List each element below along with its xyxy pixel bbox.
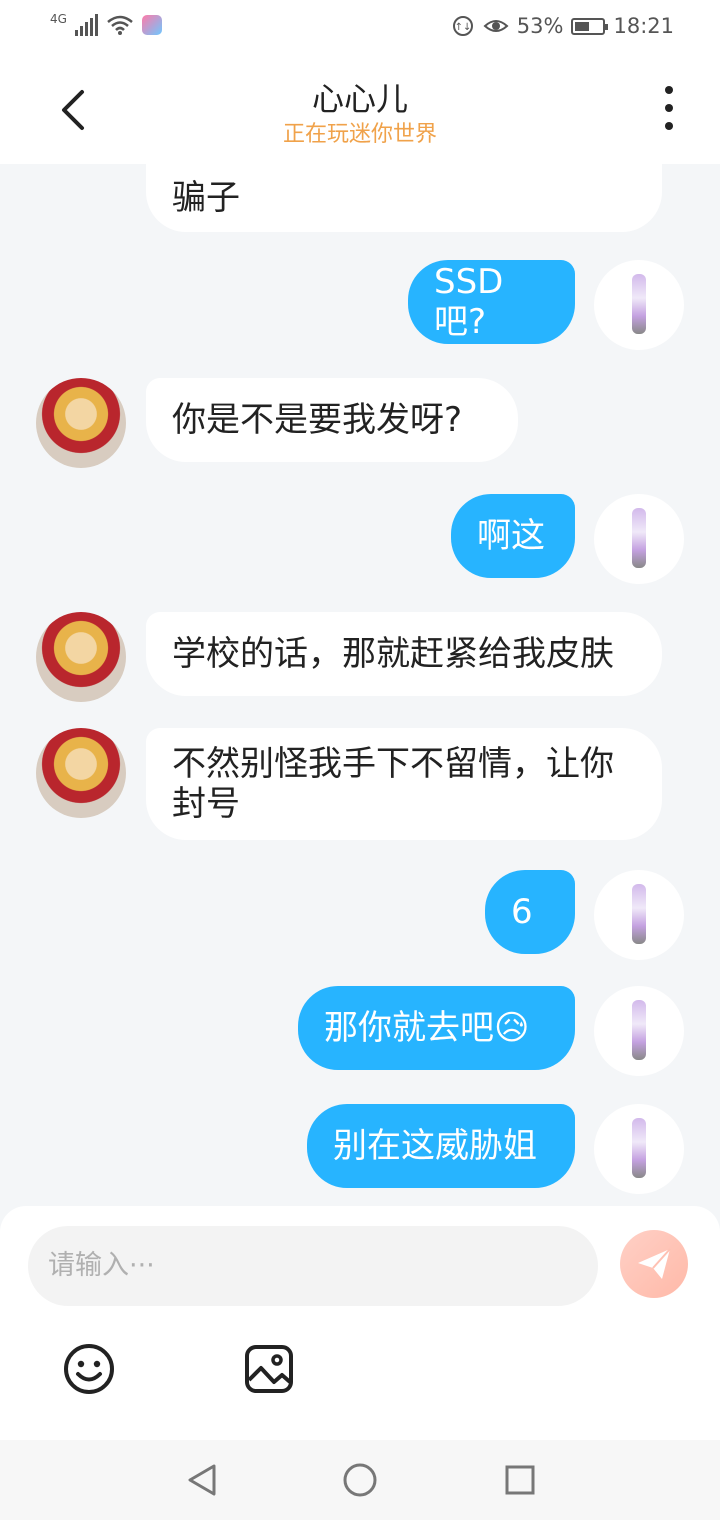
- my-avatar[interactable]: [594, 260, 684, 350]
- battery-percent: 53%: [516, 14, 564, 38]
- data-saver-icon: ↑↓: [452, 16, 473, 36]
- message-incoming[interactable]: 不然别怪我手下不留情，让你封号: [146, 728, 662, 840]
- image-button[interactable]: [242, 1342, 296, 1396]
- eye-comfort-icon: [483, 20, 509, 32]
- signal-icon: [74, 14, 98, 36]
- nav-recents-icon[interactable]: [504, 1464, 536, 1496]
- nav-home-icon[interactable]: [342, 1462, 378, 1498]
- message-incoming[interactable]: 学校的话，那就赶紧给我皮肤: [146, 612, 662, 696]
- message-outgoing[interactable]: 啊这: [451, 494, 575, 578]
- message-outgoing[interactable]: 别在这威胁姐: [307, 1104, 575, 1188]
- chat-header: 心心儿 正在玩迷你世界: [0, 56, 720, 164]
- contact-name: 心心儿: [311, 80, 408, 118]
- more-vertical-icon: [665, 86, 673, 130]
- app-notification-icon: [141, 15, 162, 35]
- my-avatar[interactable]: [594, 494, 684, 584]
- network-type: 4G: [50, 12, 67, 26]
- message-input[interactable]: 请输入···: [28, 1226, 598, 1306]
- clock: 18:21: [613, 14, 674, 38]
- my-avatar[interactable]: [594, 986, 684, 1076]
- contact-status: 正在玩迷你世界: [282, 122, 437, 147]
- more-options-button[interactable]: [654, 86, 684, 136]
- my-avatar[interactable]: [594, 870, 684, 960]
- contact-avatar[interactable]: [36, 728, 126, 818]
- send-button[interactable]: [620, 1230, 688, 1298]
- contact-avatar[interactable]: [36, 378, 126, 468]
- message-outgoing[interactable]: 那你就去吧😥: [298, 986, 575, 1070]
- emoji-button[interactable]: [62, 1342, 116, 1396]
- wifi-icon: [107, 15, 133, 35]
- contact-avatar[interactable]: [36, 612, 126, 702]
- smiley-icon: [64, 1344, 114, 1394]
- my-avatar[interactable]: [594, 1104, 684, 1194]
- message-outgoing[interactable]: 6: [485, 870, 575, 954]
- paper-plane-icon: [638, 1248, 671, 1279]
- composer: 请输入···: [0, 1206, 720, 1440]
- message-incoming[interactable]: 骗子: [146, 164, 662, 232]
- system-nav-bar: [0, 1440, 720, 1520]
- battery-icon: [571, 17, 609, 35]
- message-list[interactable]: 骗子 SSD吧? 你是不是要我发呀? 啊这 学校的话，那就赶紧给我皮肤 不然别怪…: [0, 164, 720, 1206]
- message-incoming[interactable]: 你是不是要我发呀?: [146, 378, 518, 462]
- nav-back-icon[interactable]: [184, 1462, 218, 1498]
- svg-text:↑↓: ↑↓: [454, 22, 471, 33]
- status-bar: 4G ↑↓ 53% 18:21: [0, 0, 720, 56]
- message-outgoing[interactable]: SSD吧?: [408, 260, 575, 344]
- image-icon: [245, 1345, 293, 1393]
